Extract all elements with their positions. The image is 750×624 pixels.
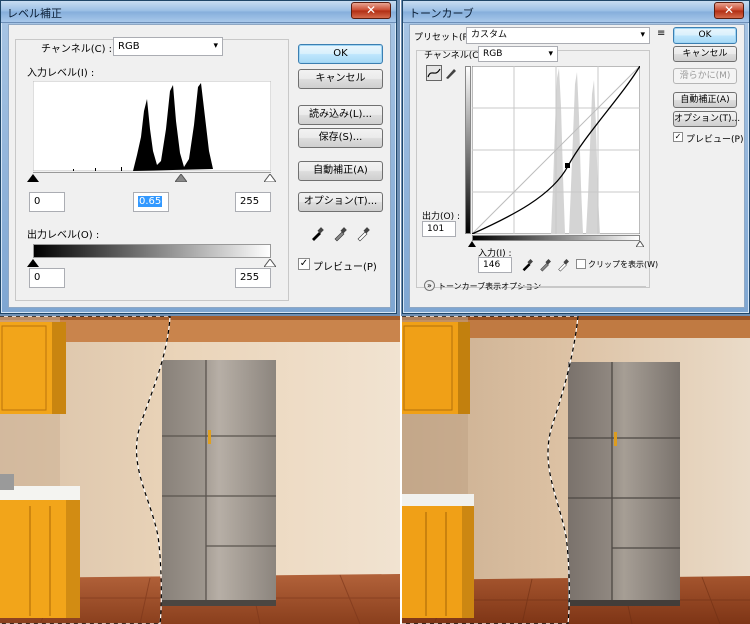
- levels-title-bar: レベル補正 ✕: [1, 1, 396, 23]
- curves-client-area: プリセット(R) : カスタム ▾ ≡ チャンネル(C) : RGB ▾ 出力(…: [409, 24, 745, 308]
- output-white-field[interactable]: 255: [235, 268, 271, 288]
- output-gradient-bar: [33, 244, 271, 258]
- output-black-field[interactable]: 0: [29, 268, 65, 288]
- curves-graph[interactable]: [472, 66, 640, 234]
- levels-channel-label: チャンネル(C) :: [41, 44, 113, 55]
- kitchen-scene-right: [402, 316, 750, 624]
- curve-black-point-handle[interactable]: [468, 241, 476, 247]
- curves-preset-value: カスタム: [471, 30, 508, 40]
- display-options-expander[interactable]: »: [424, 280, 435, 291]
- input-white-field[interactable]: 255: [235, 192, 271, 212]
- levels-options-button[interactable]: オプション(T)...: [298, 192, 383, 212]
- input-gamma-field[interactable]: 0.65: [133, 192, 169, 212]
- input-black-slider-handle[interactable]: [27, 174, 39, 182]
- gray-eyedropper-icon[interactable]: [332, 226, 348, 242]
- display-options-rule: [518, 286, 646, 287]
- input-black-value: 0: [34, 196, 41, 207]
- clip-checkbox[interactable]: [576, 259, 586, 269]
- levels-preview-label: プレビュー(P): [313, 262, 377, 273]
- input-gamma-value: 0.65: [138, 196, 163, 207]
- check-icon: ✓: [299, 258, 309, 269]
- curves-preset-select[interactable]: カスタム ▾: [466, 27, 650, 44]
- input-gamma-slider-handle[interactable]: [175, 174, 187, 182]
- output-white-slider-handle[interactable]: [264, 259, 276, 267]
- curves-output-field[interactable]: 101: [422, 221, 456, 237]
- levels-input-label: 入力レベル(I) :: [27, 68, 95, 79]
- curves-dialog-panel: トーンカーブ ✕ プリセット(R) : カスタム ▾ ≡ チャンネル(C) : …: [401, 0, 750, 316]
- check-icon: ✓: [674, 132, 682, 141]
- kitchen-render-left: [0, 316, 400, 624]
- curve-tool-icon: [427, 68, 441, 78]
- curves-input-value: 146: [483, 260, 501, 270]
- output-black-slider-handle[interactable]: [27, 259, 39, 267]
- preset-menu-icon[interactable]: ≡: [657, 28, 665, 39]
- levels-dialog-window: レベル補正 ✕ チャンネル(C) : RGB ▾ 入力レベル(I) : 0 0.…: [0, 0, 397, 314]
- levels-dialog-panel: レベル補正 ✕ チャンネル(C) : RGB ▾ 入力レベル(I) : 0 0.…: [0, 0, 400, 316]
- levels-save-button[interactable]: 保存(S)...: [298, 128, 383, 148]
- levels-channel-select[interactable]: RGB ▾: [113, 37, 223, 56]
- expand-icon: »: [427, 281, 432, 290]
- curve-point-tool-button[interactable]: [426, 65, 442, 81]
- levels-input-slider-track[interactable]: [33, 172, 271, 173]
- levels-client-area: チャンネル(C) : RGB ▾ 入力レベル(I) : 0 0.65 255 出…: [8, 24, 391, 308]
- curves-window-title: トーンカーブ: [409, 7, 474, 20]
- input-white-value: 255: [240, 196, 260, 207]
- gray-eyedropper-icon[interactable]: [538, 258, 552, 272]
- input-white-slider-handle[interactable]: [264, 174, 276, 182]
- output-white-value: 255: [240, 272, 260, 283]
- black-eyedropper-icon[interactable]: [309, 226, 325, 242]
- levels-ok-button[interactable]: OK: [298, 44, 383, 64]
- levels-histogram: [33, 81, 271, 171]
- levels-window-title: レベル補正: [7, 7, 62, 20]
- kitchen-render-right: [402, 316, 750, 624]
- clip-label: クリップを表示(W): [588, 260, 659, 269]
- black-eyedropper-icon[interactable]: [520, 258, 534, 272]
- output-vertical-gradient: [465, 66, 471, 234]
- curves-smooth-button[interactable]: 滑らかに(M): [673, 68, 737, 84]
- curves-output-value: 101: [427, 224, 445, 234]
- curves-cancel-button[interactable]: キャンセル: [673, 46, 737, 62]
- curves-preview-checkbox[interactable]: ✓: [673, 132, 683, 142]
- curves-auto-button[interactable]: 自動補正(A): [673, 92, 737, 108]
- white-eyedropper-icon[interactable]: [355, 226, 371, 242]
- curves-title-bar: トーンカーブ ✕: [403, 1, 749, 23]
- levels-close-button[interactable]: ✕: [351, 2, 391, 19]
- output-black-value: 0: [34, 272, 41, 283]
- curves-dialog-window: トーンカーブ ✕ プリセット(R) : カスタム ▾ ≡ チャンネル(C) : …: [402, 0, 750, 314]
- kitchen-scene-left: [0, 316, 400, 624]
- levels-auto-button[interactable]: 自動補正(A): [298, 161, 383, 181]
- curves-close-button[interactable]: ✕: [714, 2, 744, 19]
- curves-channel-select[interactable]: RGB ▾: [478, 46, 558, 62]
- levels-cancel-button[interactable]: キャンセル: [298, 69, 383, 89]
- chevron-down-icon: ▾: [548, 49, 553, 59]
- chevron-down-icon: ▾: [640, 30, 645, 40]
- levels-output-label: 出力レベル(O) :: [27, 230, 100, 241]
- close-icon: ✕: [723, 3, 735, 17]
- input-horizontal-gradient: [472, 235, 640, 241]
- curve-control-point: [565, 163, 570, 168]
- curves-ok-button[interactable]: OK: [673, 27, 737, 44]
- white-eyedropper-icon[interactable]: [556, 258, 570, 272]
- levels-preview-checkbox[interactable]: ✓: [298, 258, 310, 270]
- curves-preview-label: プレビュー(P): [686, 135, 744, 145]
- close-icon: ✕: [365, 3, 377, 17]
- curve-white-point-handle[interactable]: [636, 241, 644, 247]
- pencil-tool-icon[interactable]: [444, 66, 458, 80]
- chevron-down-icon: ▾: [213, 41, 218, 51]
- curves-input-field[interactable]: 146: [478, 257, 512, 273]
- input-black-field[interactable]: 0: [29, 192, 65, 212]
- levels-channel-value: RGB: [118, 41, 140, 52]
- levels-load-button[interactable]: 読み込み(L)...: [298, 105, 383, 125]
- curves-options-button[interactable]: オプション(T)...: [673, 111, 740, 127]
- curves-channel-value: RGB: [483, 49, 503, 59]
